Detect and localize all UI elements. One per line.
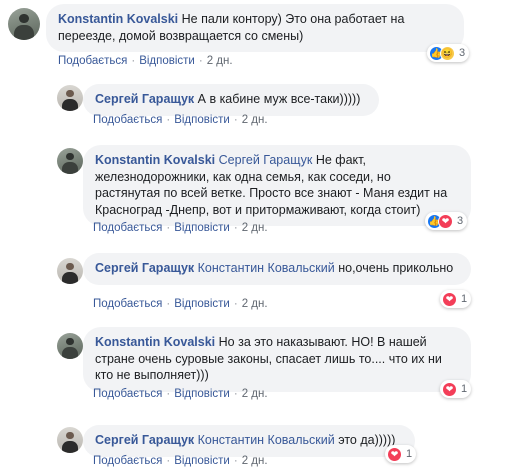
comment-mention[interactable]: Константин Ковальский [198,433,335,447]
like-button[interactable]: Подобається [93,455,162,467]
comment-text: это да))))) [338,433,396,447]
reply-button[interactable]: Відповісти [174,388,230,400]
like-button[interactable]: Подобається [93,222,162,234]
comment-text: но,очень прикольно [338,261,454,275]
reaction-count: 1 [461,293,468,305]
avatar[interactable] [57,427,83,453]
like-button[interactable]: Подобається [93,298,162,310]
avatar[interactable] [57,333,83,359]
reactions-summary[interactable]: ❤ 1 [440,290,472,308]
reaction-count: 1 [406,448,413,460]
comment-bubble: Konstantin Kovalski Сергей Гаращук Не фа… [83,145,471,226]
comment-actions: Подобається · Відповісти · 2 дн. [93,114,268,126]
comment-actions: Подобається · Відповісти · 2 дн. [93,455,268,467]
reactions-summary[interactable]: 👍 😆 3 [427,44,470,62]
comment-time[interactable]: 2 дн. [242,388,268,400]
avatar[interactable] [8,8,40,40]
haha-reaction-icon: 😆 [440,45,455,61]
comment-time[interactable]: 2 дн. [207,55,233,67]
avatar[interactable] [57,148,83,174]
love-reaction-icon: ❤ [387,446,402,462]
comment-author[interactable]: Konstantin Kovalski [58,12,178,26]
love-reaction-icon: ❤ [442,381,457,397]
reply-button[interactable]: Відповісти [139,55,195,67]
comment-author[interactable]: Сергей Гаращук [95,433,194,447]
reactions-summary[interactable]: ❤ 1 [385,445,417,463]
comment-bubble: Konstantin Kovalski Но за это наказывают… [83,327,471,392]
like-button[interactable]: Подобається [93,114,162,126]
reaction-count: 3 [459,47,466,59]
comment-author[interactable]: Konstantin Kovalski [95,153,215,167]
comment-author[interactable]: Сергей Гаращук [95,92,194,106]
comment-author[interactable]: Konstantin Kovalski [95,335,215,349]
comment-bubble: Сергей Гаращук А в кабине муж все-таки))… [83,84,379,116]
avatar[interactable] [57,85,83,111]
reply-button[interactable]: Відповісти [174,455,230,467]
like-button[interactable]: Подобається [93,388,162,400]
comment-bubble: Сергей Гаращук Константин Ковальский это… [83,425,415,457]
reactions-summary[interactable]: ❤ 1 [440,380,472,398]
comment-author[interactable]: Сергей Гаращук [95,261,194,275]
comment-mention[interactable]: Сергей Гаращук [219,153,313,167]
reaction-count: 1 [461,383,468,395]
reactions-summary[interactable]: 👍 ❤ 3 [425,212,468,230]
avatar[interactable] [57,258,83,284]
comment-time[interactable]: 2 дн. [242,455,268,467]
comment-bubble: Konstantin Kovalski Не пали контору) Это… [46,4,464,52]
comment-text: А в кабине муж все-таки))))) [197,92,361,106]
comment-mention[interactable]: Константин Ковальский [198,261,335,275]
reply-button[interactable]: Відповісти [174,114,230,126]
love-reaction-icon: ❤ [442,291,457,307]
reaction-count: 3 [457,215,464,227]
comment-actions: Подобається · Відповісти · 2 дн. [58,55,233,67]
comment-actions: Подобається · Відповісти · 2 дн. [93,388,268,400]
comment-bubble: Сергей Гаращук Константин Ковальский но,… [83,253,471,285]
comment-time[interactable]: 2 дн. [242,222,268,234]
reply-button[interactable]: Відповісти [174,298,230,310]
like-button[interactable]: Подобається [58,55,127,67]
love-reaction-icon: ❤ [438,213,453,229]
comment-time[interactable]: 2 дн. [242,114,268,126]
reply-button[interactable]: Відповісти [174,222,230,234]
comment-time[interactable]: 2 дн. [242,298,268,310]
comment-actions: Подобається · Відповісти · 2 дн. [93,222,268,234]
comment-actions: Подобається · Відповісти · 2 дн. [93,298,268,310]
